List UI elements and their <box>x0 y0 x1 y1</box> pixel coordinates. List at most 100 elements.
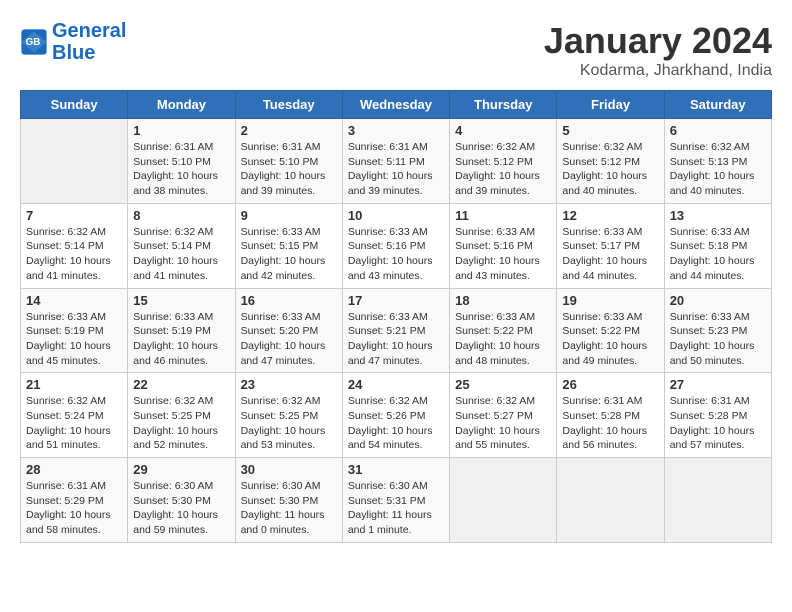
logo-line2: Blue <box>52 42 126 64</box>
calendar-cell: 27 Sunrise: 6:31 AM Sunset: 5:28 PM Dayli… <box>664 373 771 458</box>
day-info: Sunrise: 6:33 AM Sunset: 5:17 PM Dayligh… <box>562 225 658 284</box>
day-info: Sunrise: 6:32 AM Sunset: 5:12 PM Dayligh… <box>455 140 551 199</box>
day-number: 26 <box>562 377 658 392</box>
day-info: Sunrise: 6:31 AM Sunset: 5:10 PM Dayligh… <box>133 140 229 199</box>
day-info: Sunrise: 6:33 AM Sunset: 5:19 PM Dayligh… <box>26 310 122 369</box>
calendar-cell: 25 Sunrise: 6:32 AM Sunset: 5:27 PM Dayli… <box>450 373 557 458</box>
day-info: Sunrise: 6:33 AM Sunset: 5:23 PM Dayligh… <box>670 310 766 369</box>
day-info: Sunrise: 6:32 AM Sunset: 5:26 PM Dayligh… <box>348 394 444 453</box>
day-info: Sunrise: 6:30 AM Sunset: 5:30 PM Dayligh… <box>133 479 229 538</box>
calendar-week-row: 14Sunrise: 6:33 AM Sunset: 5:19 PM Dayli… <box>21 288 772 373</box>
calendar-cell: 18Sunrise: 6:33 AM Sunset: 5:22 PM Dayli… <box>450 288 557 373</box>
day-info: Sunrise: 6:32 AM Sunset: 5:14 PM Dayligh… <box>133 225 229 284</box>
day-info: Sunrise: 6:32 AM Sunset: 5:27 PM Dayligh… <box>455 394 551 453</box>
day-info: Sunrise: 6:33 AM Sunset: 5:19 PM Dayligh… <box>133 310 229 369</box>
weekday-header: Tuesday <box>235 91 342 119</box>
calendar-cell: 10 Sunrise: 6:33 AM Sunset: 5:16 PM Dayli… <box>342 203 449 288</box>
calendar-cell: 3 Sunrise: 6:31 AM Sunset: 5:11 PM Daylig… <box>342 119 449 204</box>
day-info: Sunrise: 6:30 AM Sunset: 5:30 PM Dayligh… <box>241 479 337 538</box>
day-info: Sunrise: 6:33 AM Sunset: 5:18 PM Dayligh… <box>670 225 766 284</box>
calendar-cell: 17Sunrise: 6:33 AM Sunset: 5:21 PM Dayli… <box>342 288 449 373</box>
calendar-cell: 8 Sunrise: 6:32 AM Sunset: 5:14 PM Daylig… <box>128 203 235 288</box>
day-number: 9 <box>241 208 337 223</box>
weekday-header: Sunday <box>21 91 128 119</box>
day-number: 16 <box>241 293 337 308</box>
calendar-cell: 2 Sunrise: 6:31 AM Sunset: 5:10 PM Daylig… <box>235 119 342 204</box>
calendar-week-row: 1Sunrise: 6:31 AM Sunset: 5:10 PM Daylig… <box>21 119 772 204</box>
calendar-cell: 6 Sunrise: 6:32 AM Sunset: 5:13 PM Daylig… <box>664 119 771 204</box>
calendar-cell: 28 Sunrise: 6:31 AM Sunset: 5:29 PM Dayli… <box>21 458 128 543</box>
calendar-cell: 19 Sunrise: 6:33 AM Sunset: 5:22 PM Dayli… <box>557 288 664 373</box>
logo: GB General Blue <box>20 20 126 64</box>
calendar-cell: 9 Sunrise: 6:33 AM Sunset: 5:15 PM Daylig… <box>235 203 342 288</box>
calendar-cell: 21 Sunrise: 6:32 AM Sunset: 5:24 PM Dayli… <box>21 373 128 458</box>
day-info: Sunrise: 6:33 AM Sunset: 5:22 PM Dayligh… <box>562 310 658 369</box>
calendar-cell: 24Sunrise: 6:32 AM Sunset: 5:26 PM Dayli… <box>342 373 449 458</box>
weekday-header: Saturday <box>664 91 771 119</box>
calendar-cell: 11 Sunrise: 6:33 AM Sunset: 5:16 PM Dayli… <box>450 203 557 288</box>
day-number: 20 <box>670 293 766 308</box>
weekday-header: Monday <box>128 91 235 119</box>
day-number: 25 <box>455 377 551 392</box>
day-number: 19 <box>562 293 658 308</box>
day-info: Sunrise: 6:31 AM Sunset: 5:28 PM Dayligh… <box>670 394 766 453</box>
calendar-cell: 31Sunrise: 6:30 AM Sunset: 5:31 PM Dayli… <box>342 458 449 543</box>
calendar-cell <box>450 458 557 543</box>
day-number: 13 <box>670 208 766 223</box>
day-number: 28 <box>26 462 122 477</box>
calendar-cell: 26 Sunrise: 6:31 AM Sunset: 5:28 PM Dayli… <box>557 373 664 458</box>
day-info: Sunrise: 6:33 AM Sunset: 5:21 PM Dayligh… <box>348 310 444 369</box>
calendar-cell: 23Sunrise: 6:32 AM Sunset: 5:25 PM Dayli… <box>235 373 342 458</box>
day-info: Sunrise: 6:31 AM Sunset: 5:29 PM Dayligh… <box>26 479 122 538</box>
day-info: Sunrise: 6:32 AM Sunset: 5:14 PM Dayligh… <box>26 225 122 284</box>
calendar-cell: 7Sunrise: 6:32 AM Sunset: 5:14 PM Daylig… <box>21 203 128 288</box>
day-info: Sunrise: 6:32 AM Sunset: 5:25 PM Dayligh… <box>241 394 337 453</box>
day-info: Sunrise: 6:33 AM Sunset: 5:22 PM Dayligh… <box>455 310 551 369</box>
calendar-cell: 22Sunrise: 6:32 AM Sunset: 5:25 PM Dayli… <box>128 373 235 458</box>
calendar-cell: 15Sunrise: 6:33 AM Sunset: 5:19 PM Dayli… <box>128 288 235 373</box>
day-number: 21 <box>26 377 122 392</box>
day-info: Sunrise: 6:32 AM Sunset: 5:25 PM Dayligh… <box>133 394 229 453</box>
svg-text:GB: GB <box>26 37 41 48</box>
calendar-cell: 14Sunrise: 6:33 AM Sunset: 5:19 PM Dayli… <box>21 288 128 373</box>
day-number: 6 <box>670 123 766 138</box>
day-info: Sunrise: 6:33 AM Sunset: 5:20 PM Dayligh… <box>241 310 337 369</box>
day-number: 2 <box>241 123 337 138</box>
weekday-header: Friday <box>557 91 664 119</box>
calendar-cell: 1Sunrise: 6:31 AM Sunset: 5:10 PM Daylig… <box>128 119 235 204</box>
day-info: Sunrise: 6:33 AM Sunset: 5:15 PM Dayligh… <box>241 225 337 284</box>
weekday-header-row: SundayMondayTuesdayWednesdayThursdayFrid… <box>21 91 772 119</box>
weekday-header: Thursday <box>450 91 557 119</box>
day-info: Sunrise: 6:31 AM Sunset: 5:10 PM Dayligh… <box>241 140 337 199</box>
day-number: 3 <box>348 123 444 138</box>
day-info: Sunrise: 6:33 AM Sunset: 5:16 PM Dayligh… <box>455 225 551 284</box>
day-number: 29 <box>133 462 229 477</box>
calendar-table: SundayMondayTuesdayWednesdayThursdayFrid… <box>20 90 772 543</box>
day-info: Sunrise: 6:31 AM Sunset: 5:28 PM Dayligh… <box>562 394 658 453</box>
day-number: 10 <box>348 208 444 223</box>
calendar-cell: 13 Sunrise: 6:33 AM Sunset: 5:18 PM Dayli… <box>664 203 771 288</box>
day-info: Sunrise: 6:33 AM Sunset: 5:16 PM Dayligh… <box>348 225 444 284</box>
calendar-week-row: 21 Sunrise: 6:32 AM Sunset: 5:24 PM Dayli… <box>21 373 772 458</box>
day-info: Sunrise: 6:32 AM Sunset: 5:12 PM Dayligh… <box>562 140 658 199</box>
calendar-cell: 4 Sunrise: 6:32 AM Sunset: 5:12 PM Daylig… <box>450 119 557 204</box>
calendar-cell <box>557 458 664 543</box>
day-number: 5 <box>562 123 658 138</box>
day-number: 27 <box>670 377 766 392</box>
calendar-week-row: 7Sunrise: 6:32 AM Sunset: 5:14 PM Daylig… <box>21 203 772 288</box>
day-info: Sunrise: 6:32 AM Sunset: 5:13 PM Dayligh… <box>670 140 766 199</box>
day-number: 31 <box>348 462 444 477</box>
calendar-cell: 20 Sunrise: 6:33 AM Sunset: 5:23 PM Dayli… <box>664 288 771 373</box>
calendar-week-row: 28 Sunrise: 6:31 AM Sunset: 5:29 PM Dayli… <box>21 458 772 543</box>
weekday-header: Wednesday <box>342 91 449 119</box>
day-number: 4 <box>455 123 551 138</box>
day-number: 30 <box>241 462 337 477</box>
logo-line1: General <box>52 20 126 42</box>
calendar-cell: 29 Sunrise: 6:30 AM Sunset: 5:30 PM Dayli… <box>128 458 235 543</box>
day-number: 11 <box>455 208 551 223</box>
day-number: 8 <box>133 208 229 223</box>
day-info: Sunrise: 6:31 AM Sunset: 5:11 PM Dayligh… <box>348 140 444 199</box>
day-info: Sunrise: 6:32 AM Sunset: 5:24 PM Dayligh… <box>26 394 122 453</box>
calendar-cell: 5 Sunrise: 6:32 AM Sunset: 5:12 PM Daylig… <box>557 119 664 204</box>
title-block: January 2024 Kodarma, Jharkhand, India <box>544 20 772 80</box>
